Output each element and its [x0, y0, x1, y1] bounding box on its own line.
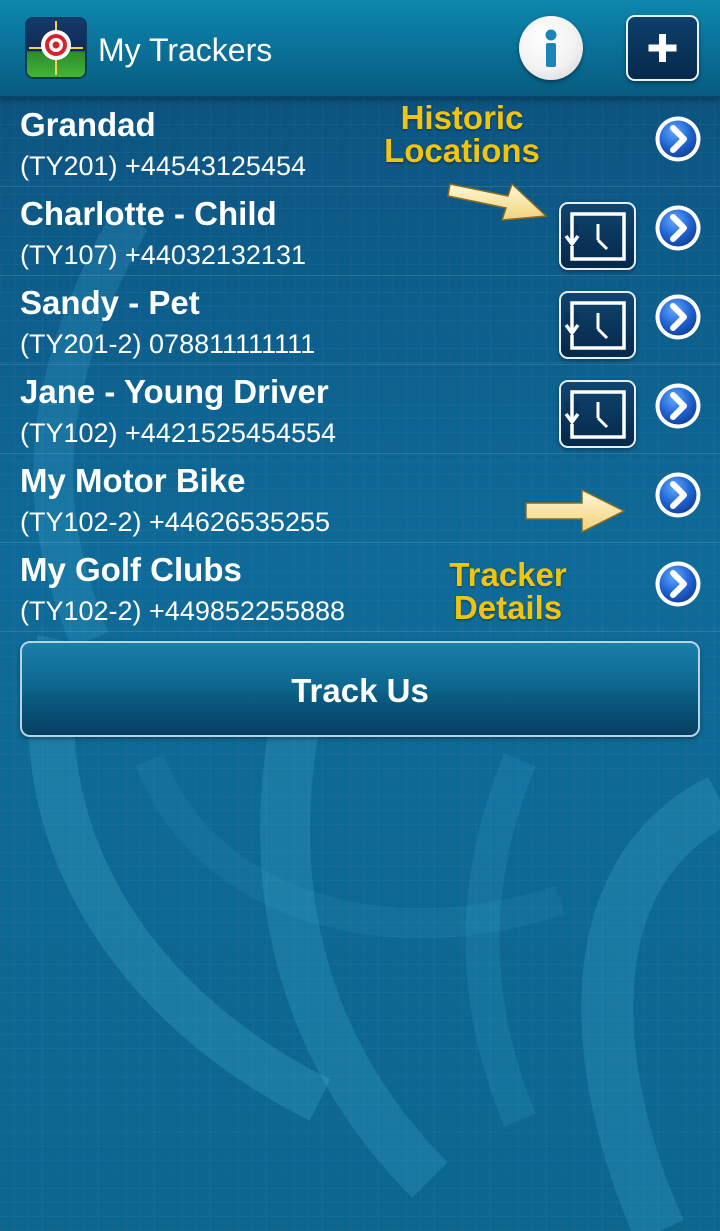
- tracker-number: (TY107) +44032132131: [20, 240, 306, 270]
- history-clock-icon: [564, 390, 626, 439]
- tracker-row[interactable]: Sandy - Pet (TY201-2) 078811111111: [0, 275, 720, 365]
- history-clock-icon: [564, 212, 626, 261]
- annotation-details-line1: Tracker: [449, 556, 567, 593]
- chevron-right-icon: [655, 205, 701, 251]
- tracker-number: (TY102-2) +449852255888: [20, 596, 346, 626]
- info-button[interactable]: [519, 16, 583, 80]
- tracker-name: Grandad: [20, 106, 156, 143]
- history-clock-icon: [564, 301, 626, 350]
- tracker-row[interactable]: Jane - Young Driver (TY102) +442152545455…: [0, 364, 720, 454]
- tracker-details-button[interactable]: [654, 471, 702, 519]
- chevron-right-icon: [655, 294, 701, 340]
- tracker-number: (TY201-2) 078811111111: [20, 329, 316, 359]
- historic-locations-annotation: Historic Locations: [372, 101, 552, 167]
- annotation-historic-line1: Historic: [400, 99, 524, 136]
- add-tracker-button[interactable]: [626, 15, 699, 81]
- chevron-right-icon: [655, 116, 701, 162]
- tracker-name: Charlotte - Child: [20, 195, 277, 232]
- tracker-name: Jane - Young Driver: [20, 373, 329, 410]
- plus-icon: [648, 34, 677, 62]
- tracker-details-button[interactable]: [654, 382, 702, 430]
- tracker-row[interactable]: Charlotte - Child (TY107) +44032132131: [0, 186, 720, 276]
- tracker-name: Sandy - Pet: [20, 284, 200, 321]
- target-app-icon[interactable]: [25, 17, 87, 79]
- tracker-details-button[interactable]: [654, 293, 702, 341]
- action-bar: My Trackers: [0, 0, 720, 98]
- page-title: My Trackers: [98, 32, 273, 68]
- tracker-details-button[interactable]: [654, 560, 702, 608]
- historic-locations-button[interactable]: [559, 202, 636, 270]
- annotation-details-line2: Details: [453, 589, 563, 626]
- tracker-name: My Golf Clubs: [20, 551, 242, 588]
- tracker-row[interactable]: My Golf Clubs (TY102-2) +449852255888: [0, 542, 720, 632]
- arrow-to-history-icon: [447, 182, 548, 221]
- tracker-row[interactable]: Grandad (TY201) +44543125454: [0, 97, 720, 187]
- tracker-number: (TY102-2) +44626535255: [20, 507, 330, 537]
- chevron-right-icon: [655, 561, 701, 607]
- info-icon: [545, 29, 557, 67]
- tracker-number: (TY201) +44543125454: [20, 151, 306, 181]
- annotation-historic-line2: Locations: [384, 132, 540, 169]
- track-us-button[interactable]: Track Us: [20, 641, 700, 737]
- historic-locations-button[interactable]: [559, 380, 636, 448]
- historic-locations-button[interactable]: [559, 291, 636, 359]
- chevron-right-icon: [655, 383, 701, 429]
- tracker-name: My Motor Bike: [20, 462, 246, 499]
- arrow-to-details-icon: [525, 488, 626, 534]
- chevron-right-icon: [655, 472, 701, 518]
- tracker-number: (TY102) +4421525454554: [20, 418, 337, 448]
- tracker-details-annotation: Tracker Details: [430, 558, 586, 624]
- tracker-details-button[interactable]: [654, 204, 702, 252]
- track-us-label: Track Us: [291, 672, 429, 709]
- tracker-details-button[interactable]: [654, 115, 702, 163]
